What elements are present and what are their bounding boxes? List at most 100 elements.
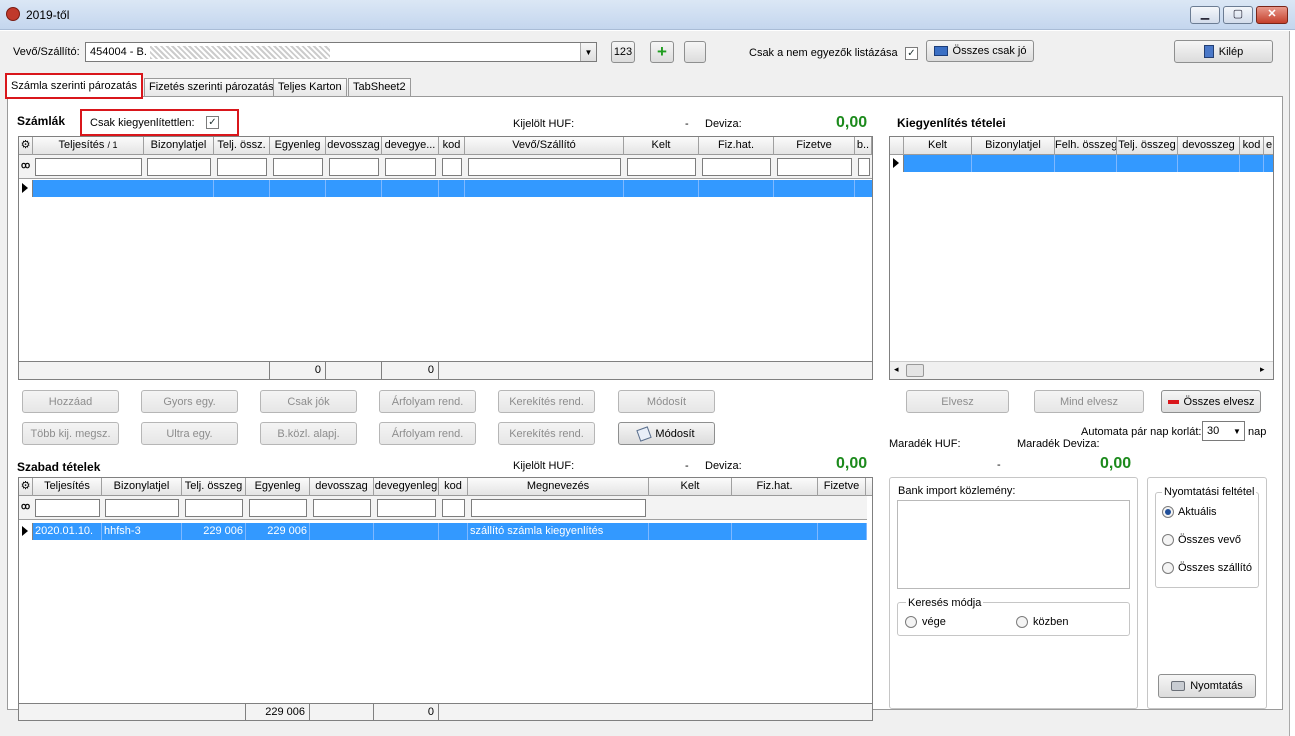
elvesz-button[interactable]: Elvesz <box>906 390 1009 413</box>
scroll-thumb[interactable] <box>906 364 924 377</box>
szamlak-grid[interactable]: ⚙ Teljesítés / 1 Bizonylatjel Telj. össz… <box>18 136 873 380</box>
table-row[interactable] <box>19 180 872 197</box>
filter-input[interactable] <box>105 499 179 517</box>
mind-elvesz-button[interactable]: Mind elvesz <box>1034 390 1144 413</box>
tab-tabsheet2[interactable]: TabSheet2 <box>348 78 411 97</box>
tobb-kij-megsz-button[interactable]: Több kij. megsz. <box>22 422 119 445</box>
scroll-right-icon[interactable]: ▸ <box>1260 364 1265 375</box>
radio-osszes-vevo[interactable] <box>1162 534 1174 546</box>
filter-input[interactable] <box>442 499 465 517</box>
tab-teljes-karton[interactable]: Teljes Karton <box>273 78 347 97</box>
col-kelt[interactable]: Kelt <box>624 137 699 155</box>
kilep-button[interactable]: Kilép <box>1174 40 1273 63</box>
modosit-button[interactable]: Módosít <box>618 390 715 413</box>
nyomtatas-button[interactable]: Nyomtatás <box>1158 674 1256 698</box>
filter-input[interactable] <box>273 158 323 176</box>
automata-combo[interactable]: 30 ▼ <box>1202 421 1245 441</box>
grid-settings-icon[interactable]: ⚙ <box>19 478 33 496</box>
kerekites-rend-button[interactable]: Kerekítés rend. <box>498 390 595 413</box>
kiegyenlites-grid[interactable]: Kelt Bizonylatjel Felh. összeg Telj. öss… <box>889 136 1274 380</box>
col-devegye[interactable]: devegye... <box>382 137 439 155</box>
col-fizetve[interactable]: Fizetve <box>818 478 866 496</box>
filter-input[interactable] <box>858 158 870 176</box>
col-kod[interactable]: kod <box>439 478 468 496</box>
osszes-csak-jo-button[interactable]: Összes csak jó <box>926 40 1034 62</box>
col-kelt[interactable]: Kelt <box>904 137 972 155</box>
tab-fizetes[interactable]: Fizetés szerinti pározatás <box>144 78 279 97</box>
filter-input[interactable] <box>702 158 771 176</box>
col-devosszeg[interactable]: devosszeg <box>1178 137 1240 155</box>
csak-jok-button[interactable]: Csak jók <box>260 390 357 413</box>
col-telj-osszeg[interactable]: Telj. összeg <box>182 478 246 496</box>
vevo-combo[interactable]: 454004 - B. ▼ <box>85 42 597 62</box>
hozzaad-button[interactable]: Hozzáad <box>22 390 119 413</box>
b-kozl-alapj-button[interactable]: B.közl. alapj. <box>260 422 357 445</box>
chevron-down-icon[interactable]: ▼ <box>580 43 596 61</box>
filter-input[interactable] <box>249 499 307 517</box>
radio-vege[interactable] <box>905 616 917 628</box>
col-vevo-szallito[interactable]: Vevő/Szállító <box>465 137 624 155</box>
minimize-button[interactable]: ▁ <box>1190 6 1220 24</box>
scroll-left-icon[interactable]: ◂ <box>894 364 899 375</box>
filter-input[interactable] <box>385 158 436 176</box>
arfolyam-rend-button-2[interactable]: Árfolyam rend. <box>379 422 476 445</box>
filter-input[interactable] <box>471 499 646 517</box>
chevron-down-icon[interactable]: ▼ <box>1230 422 1244 440</box>
col-fiz-hat[interactable]: Fiz.hat. <box>699 137 774 155</box>
filter-input[interactable] <box>35 499 100 517</box>
plus-icon[interactable]: + <box>650 41 674 63</box>
modosit-button-2[interactable]: Módosít <box>618 422 715 445</box>
col-fizetve[interactable]: Fizetve <box>774 137 855 155</box>
col-devosszag[interactable]: devosszag <box>326 137 382 155</box>
col-bizonylatjel[interactable]: Bizonylatjel <box>972 137 1055 155</box>
szabad-grid[interactable]: ⚙ Teljesítés Bizonylatjel Telj. összeg E… <box>18 477 873 721</box>
radio-kozben[interactable] <box>1016 616 1028 628</box>
col-bizonylatjel[interactable]: Bizonylatjel <box>144 137 214 155</box>
col-teljesites[interactable]: Teljesítés <box>33 478 102 496</box>
kerekites-rend-button-2[interactable]: Kerekítés rend. <box>498 422 595 445</box>
filter-input[interactable] <box>442 158 462 176</box>
csak-kiegyenlitetlen-checkbox[interactable]: ✓ <box>206 116 219 129</box>
maximize-button[interactable]: ▢ <box>1223 6 1253 24</box>
col-kod[interactable]: kod <box>1240 137 1264 155</box>
filter-input[interactable] <box>377 499 436 517</box>
grid-settings-icon[interactable]: ⚙ <box>19 137 33 155</box>
tab-szamla[interactable]: Számla szerinti pározatás <box>5 73 143 99</box>
radio-osszes-szallito[interactable] <box>1162 562 1174 574</box>
col-telj-ossz[interactable]: Telj. össz. <box>214 137 270 155</box>
bank-textarea[interactable] <box>897 500 1130 589</box>
col-egyenleg[interactable]: Egyenleg <box>270 137 326 155</box>
csak-nem-egyezok-checkbox[interactable]: ✓ <box>905 47 918 60</box>
filter-input[interactable] <box>217 158 267 176</box>
col-b[interactable]: b.. <box>855 137 872 155</box>
osszes-elvesz-button[interactable]: Összes elvesz <box>1161 390 1261 413</box>
col-teljesites[interactable]: Teljesítés / 1 <box>33 137 144 155</box>
col-fiz-hat[interactable]: Fiz.hat. <box>732 478 818 496</box>
col-kod[interactable]: kod <box>439 137 465 155</box>
col-egyenleg[interactable]: Egyenleg <box>246 478 310 496</box>
btn-123[interactable]: 123 <box>611 41 635 63</box>
filter-input[interactable] <box>329 158 379 176</box>
filter-input[interactable] <box>147 158 211 176</box>
table-row[interactable] <box>890 155 1273 172</box>
col-bizonylatjel[interactable]: Bizonylatjel <box>102 478 182 496</box>
radio-aktualis[interactable] <box>1162 506 1174 518</box>
table-row[interactable]: 2020.01.10. hhfsh-3 229 006 229 006 szál… <box>19 523 867 540</box>
gyors-egy-button[interactable]: Gyors egy. <box>141 390 238 413</box>
col-megnevezes[interactable]: Megnevezés <box>468 478 649 496</box>
col-devegyenleg[interactable]: devegyenleg <box>374 478 439 496</box>
col-kelt[interactable]: Kelt <box>649 478 732 496</box>
close-button[interactable]: ✕ <box>1256 6 1288 24</box>
col-felh-osszeg[interactable]: Felh. összeg <box>1055 137 1117 155</box>
filter-input[interactable] <box>627 158 696 176</box>
col-devosszag[interactable]: devosszag <box>310 478 374 496</box>
col-e[interactable]: e <box>1264 137 1273 155</box>
horizontal-scrollbar[interactable]: ◂ ▸ <box>890 361 1273 379</box>
filter-input[interactable] <box>185 499 243 517</box>
blank-button[interactable] <box>684 41 706 63</box>
filter-input[interactable] <box>313 499 371 517</box>
filter-input[interactable] <box>777 158 852 176</box>
col-telj-osszeg[interactable]: Telj. összeg <box>1117 137 1178 155</box>
filter-input[interactable] <box>468 158 621 176</box>
arfolyam-rend-button[interactable]: Árfolyam rend. <box>379 390 476 413</box>
